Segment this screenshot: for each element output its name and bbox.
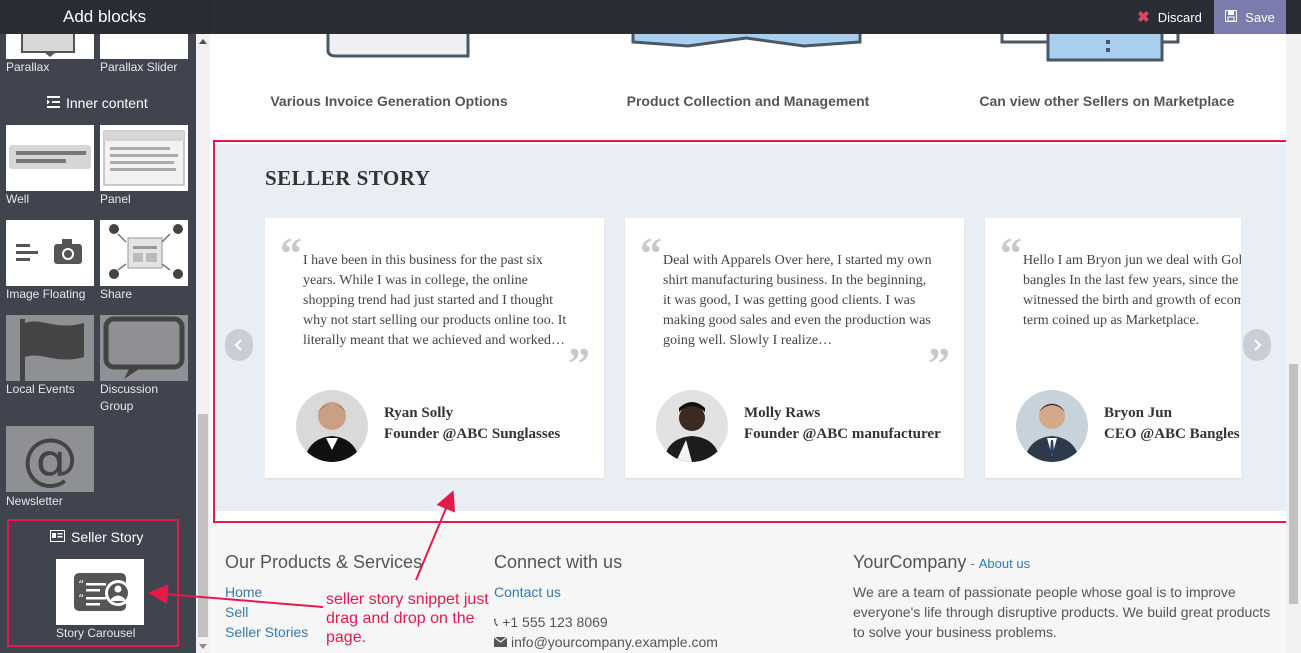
page-scrollbar[interactable] [1286,34,1301,653]
page-scroll-thumb[interactable] [1289,364,1298,604]
annotation-arrows [148,490,456,608]
annotation-text: seller story snippet just drag and drop … [326,591,489,646]
